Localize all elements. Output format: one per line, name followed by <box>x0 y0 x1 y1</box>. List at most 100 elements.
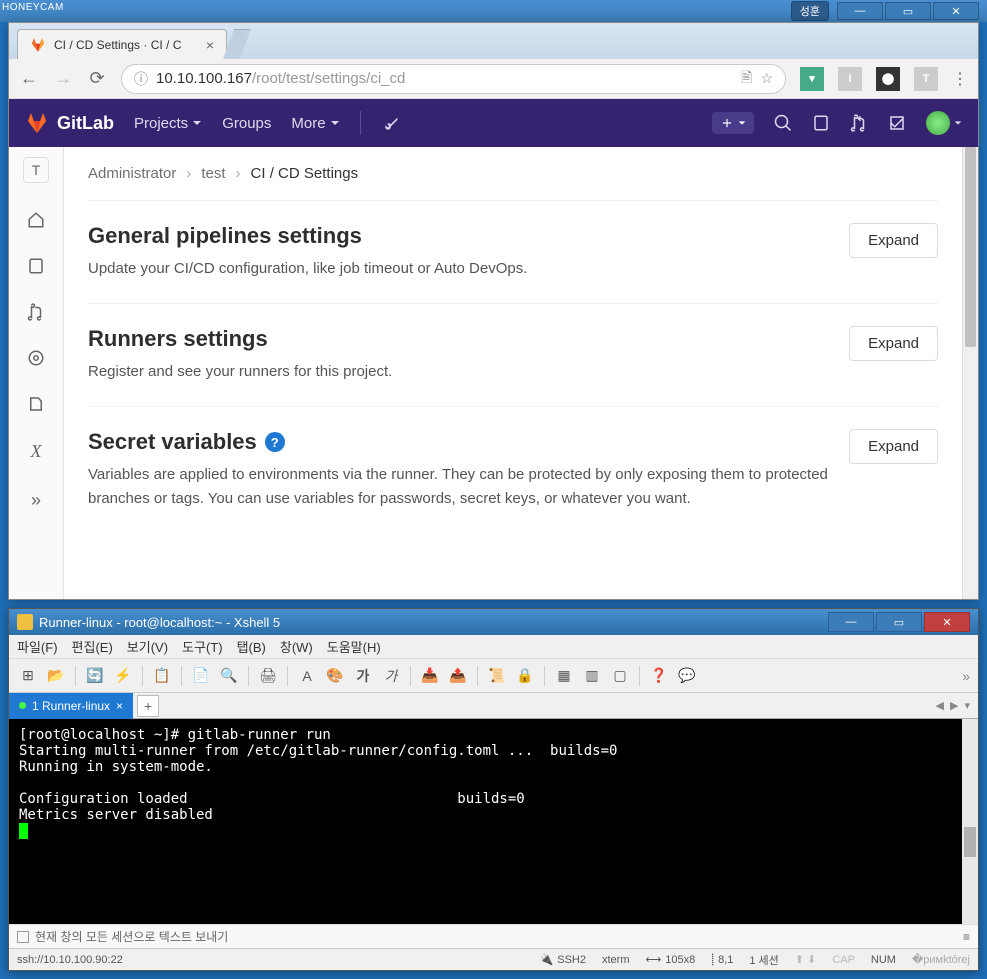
scrollbar[interactable] <box>962 147 978 599</box>
sidebar-home-icon[interactable] <box>27 211 45 229</box>
sidebar-cicd-icon[interactable] <box>27 349 45 367</box>
scrollbar-thumb[interactable] <box>964 827 976 857</box>
browser-tab[interactable]: CI / CD Settings · CI / C × <box>17 29 227 59</box>
user-badge: 성훈 <box>791 1 829 21</box>
nav-more[interactable]: More <box>291 115 339 132</box>
sidebar-wiki-icon[interactable] <box>27 395 45 413</box>
breadcrumb-current: CI / CD Settings <box>251 165 359 182</box>
section-title: General pipelines settings <box>88 223 829 249</box>
gitlab-body: T X » Administrator › test <box>9 147 978 599</box>
bold-icon[interactable]: 가 <box>352 665 374 687</box>
scrollbar-thumb[interactable] <box>965 147 976 347</box>
sidebar-expand-icon[interactable]: » <box>31 490 41 511</box>
help-icon[interactable]: ? <box>265 432 285 452</box>
bookmark-star-icon[interactable]: ☆ <box>760 70 773 87</box>
translate-icon[interactable]: 🖹 <box>741 67 752 91</box>
open-icon[interactable]: 📂 <box>45 665 67 687</box>
gitlab-logo[interactable]: GitLab <box>25 111 114 135</box>
compose-menu-icon[interactable]: ≡ <box>963 930 970 944</box>
content-area: Administrator › test › CI / CD Settings … <box>64 147 962 599</box>
extension-icon-2[interactable]: I <box>838 67 862 91</box>
menu-tab[interactable]: 탭(B) <box>237 637 266 656</box>
tile-h-icon[interactable]: ▦ <box>553 665 575 687</box>
tab-close-icon[interactable]: × <box>116 699 123 713</box>
status-session-count: 1 세션 <box>749 952 778 968</box>
color-icon[interactable]: 🎨 <box>324 665 346 687</box>
merge-requests-icon[interactable] <box>850 114 868 132</box>
cascade-icon[interactable]: ▢ <box>609 665 631 687</box>
reconnect-icon[interactable]: 🔄 <box>84 665 106 687</box>
transfer-icon[interactable]: 📥 <box>419 665 441 687</box>
user-menu[interactable] <box>926 111 962 135</box>
menu-edit[interactable]: 편집(E) <box>72 637 113 656</box>
font-icon[interactable]: A <box>296 665 318 687</box>
script-icon[interactable]: 📜 <box>486 665 508 687</box>
tab-close-icon[interactable]: × <box>206 37 214 53</box>
copy-icon[interactable]: 📄 <box>190 665 212 687</box>
toolbar-chevron-icon[interactable]: » <box>962 668 970 684</box>
status-grip-icon[interactable]: �римktórej <box>912 953 970 966</box>
forward-button[interactable]: → <box>53 68 73 89</box>
new-tab-button[interactable] <box>223 29 251 59</box>
search-icon[interactable]: 🔍 <box>218 665 240 687</box>
xftp-icon[interactable]: 📤 <box>447 665 469 687</box>
expand-button[interactable]: Expand <box>849 326 938 361</box>
search-icon[interactable] <box>774 114 792 132</box>
chrome-menu-icon[interactable]: ⋮ <box>952 69 968 89</box>
expand-button[interactable]: Expand <box>849 223 938 258</box>
sidebar-merge-requests-icon[interactable] <box>27 303 45 321</box>
maximize-button[interactable]: ▭ <box>885 2 931 20</box>
address-toolbar: ← → ⟳ ⓘ 10.10.100.167/root/test/settings… <box>9 59 978 99</box>
menu-file[interactable]: 파일(F) <box>17 637 58 656</box>
extension-icon-3[interactable]: ⬤ <box>876 67 900 91</box>
xshell-minimize-button[interactable]: — <box>828 612 874 632</box>
create-new-button[interactable] <box>712 112 754 134</box>
tab-next-icon[interactable]: ▶ <box>950 699 958 712</box>
address-bar[interactable]: ⓘ 10.10.100.167/root/test/settings/ci_cd… <box>121 64 786 94</box>
xshell-maximize-button[interactable]: ▭ <box>876 612 922 632</box>
xshell-app-icon <box>17 614 33 630</box>
properties-icon[interactable]: 📋 <box>151 665 173 687</box>
reload-button[interactable]: ⟳ <box>87 68 107 89</box>
menu-window[interactable]: 창(W) <box>280 637 313 656</box>
menu-view[interactable]: 보기(V) <box>127 637 168 656</box>
terminal-scrollbar[interactable] <box>962 719 978 924</box>
tab-list-icon[interactable]: ▾ <box>964 699 970 712</box>
menu-help[interactable]: 도움말(H) <box>327 637 381 656</box>
xshell-close-button[interactable]: ✕ <box>924 612 970 632</box>
tile-v-icon[interactable]: ▥ <box>581 665 603 687</box>
tab-prev-icon[interactable]: ◀ <box>936 699 944 712</box>
todos-icon[interactable] <box>888 114 906 132</box>
breadcrumb-admin[interactable]: Administrator <box>88 165 176 182</box>
new-session-icon[interactable]: ⊞ <box>17 665 39 687</box>
help-icon[interactable]: ❓ <box>648 665 670 687</box>
site-info-icon[interactable]: ⓘ <box>134 69 148 89</box>
tab-title: CI / CD Settings · CI / C <box>54 38 198 52</box>
disconnect-icon[interactable]: ⚡ <box>112 665 134 687</box>
add-tab-button[interactable]: + <box>137 695 159 717</box>
avatar <box>926 111 950 135</box>
back-button[interactable]: ← <box>19 68 39 89</box>
lock-icon[interactable]: 🔒 <box>514 665 536 687</box>
extension-icon-4[interactable]: T <box>914 67 938 91</box>
connection-status-icon <box>19 702 26 709</box>
expand-button[interactable]: Expand <box>849 429 938 464</box>
menu-tools[interactable]: 도구(T) <box>182 637 223 656</box>
issues-icon[interactable] <box>812 114 830 132</box>
compose-checkbox[interactable] <box>17 931 29 943</box>
close-button[interactable]: ✕ <box>933 2 979 20</box>
nav-projects[interactable]: Projects <box>134 115 202 132</box>
nav-groups[interactable]: Groups <box>222 115 271 132</box>
minimize-button[interactable]: — <box>837 2 883 20</box>
style-icon[interactable]: 가 <box>380 665 402 687</box>
terminal[interactable]: [root@localhost ~]# gitlab-runner run St… <box>9 719 978 924</box>
about-icon[interactable]: 💬 <box>676 665 698 687</box>
session-tab[interactable]: 1 Runner-linux × <box>9 693 133 719</box>
sidebar-repository-icon[interactable] <box>27 257 45 275</box>
breadcrumb-project[interactable]: test <box>201 165 225 182</box>
admin-wrench-icon[interactable] <box>381 114 399 132</box>
extension-icon-1[interactable]: ▾ <box>800 67 824 91</box>
print-icon[interactable]: 🖨 <box>257 665 279 687</box>
sidebar-snippets-icon[interactable]: X <box>31 441 42 462</box>
sidebar-project-avatar[interactable]: T <box>23 157 49 183</box>
